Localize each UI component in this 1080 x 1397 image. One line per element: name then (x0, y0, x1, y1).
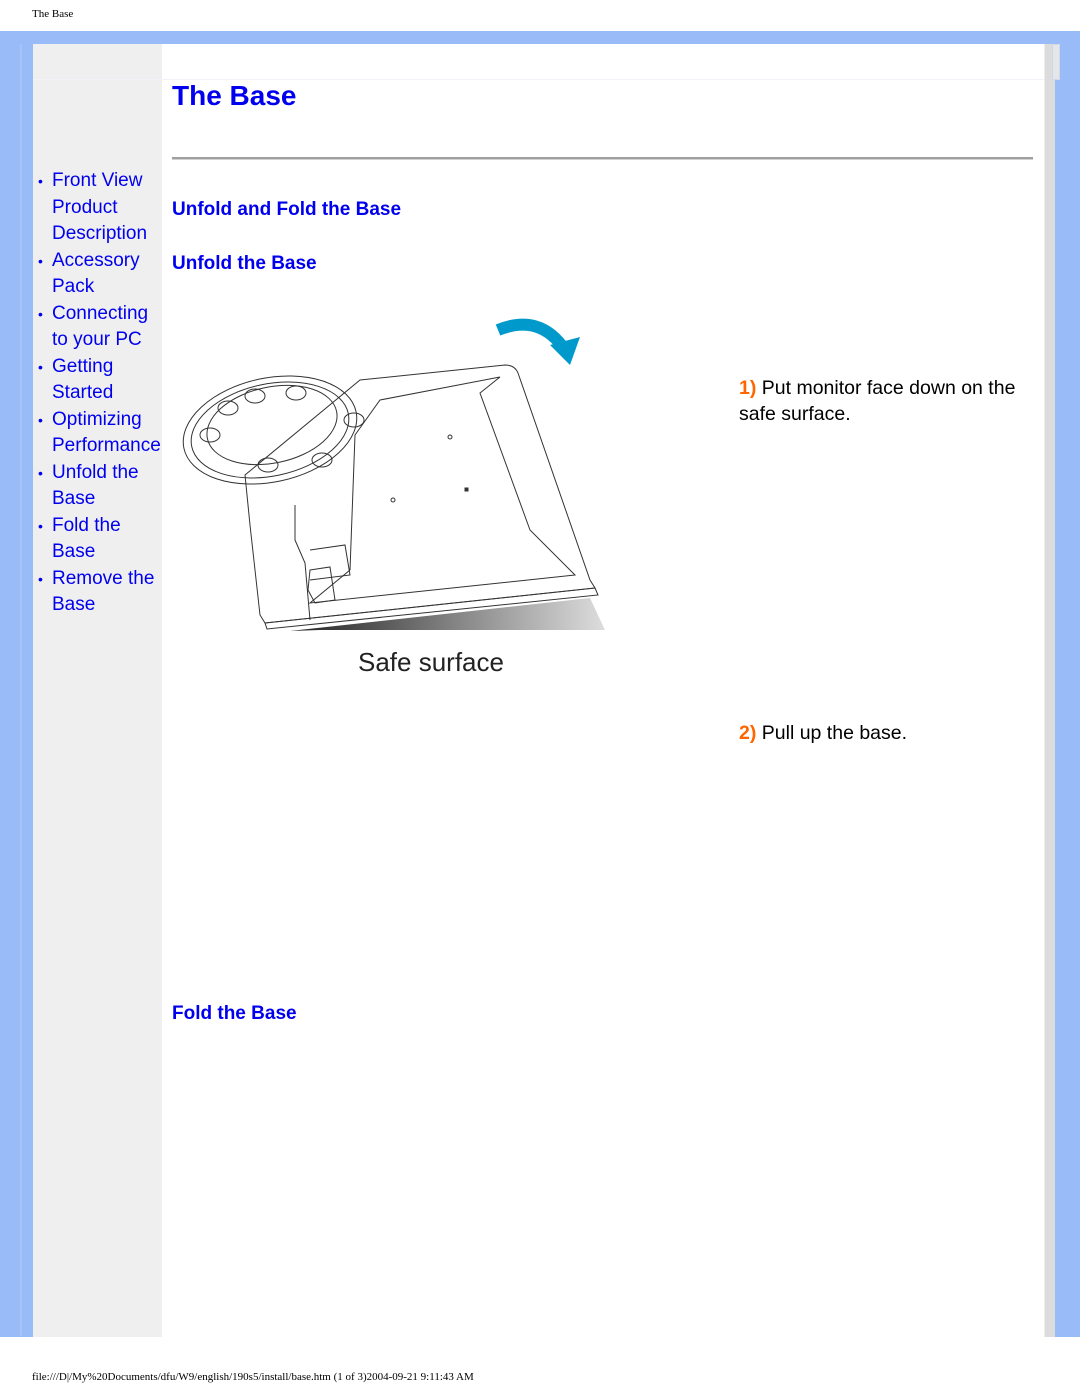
step-number: 2) (739, 722, 757, 744)
sidebar-item-connecting[interactable]: • Connecting to your PC (38, 301, 168, 354)
section-heading-unfold: Unfold the Base (172, 253, 317, 274)
sidebar-item-unfold[interactable]: • Unfold the Base (38, 460, 168, 513)
bullet-icon: • (38, 305, 43, 322)
bullet-icon: • (38, 570, 43, 587)
bullet-icon: • (38, 173, 43, 189)
illustration-caption: Safe surface (358, 647, 504, 677)
step-2: 2) Pull up the base. (739, 720, 1029, 746)
base-inner-disc (206, 384, 338, 466)
step-number: 1) (739, 377, 757, 399)
sidebar-item-accessory-pack[interactable]: • Accessory Pack (38, 248, 168, 301)
sidebar-link[interactable]: Optimizing Performance (52, 409, 161, 457)
sidebar-link[interactable]: Connecting to your PC (52, 303, 148, 351)
sidebar-item-front-view[interactable]: • Front View Product Description (38, 168, 168, 248)
sidebar-link[interactable]: Unfold the Base (52, 462, 139, 510)
step-text: Pull up the base. (761, 722, 908, 744)
bullet-icon: • (38, 464, 43, 481)
bullet-icon: • (38, 252, 43, 269)
title-rule (172, 157, 1033, 160)
sidebar-item-optimizing[interactable]: • Optimizing Performance (38, 407, 168, 460)
connector-cutout (307, 566, 336, 604)
section-heading-fold: Fold the Base (172, 1003, 297, 1024)
sidebar-link[interactable]: Remove the Base (52, 568, 154, 616)
section-heading-unfold-fold: Unfold and Fold the Base (172, 199, 402, 220)
sidebar-item-fold[interactable]: • Fold the Base (38, 513, 168, 566)
step-text: Put monitor face down on the safe surfac… (739, 377, 1016, 425)
sidebar-nav: • Front View Product Description • Accesso… (38, 168, 168, 619)
bullet-icon: • (38, 411, 43, 428)
scrollbar[interactable] (1044, 44, 1055, 1337)
page-title: The Base (172, 80, 297, 111)
safe-surface-shading (290, 598, 605, 631)
page-footer-url: file:///D|/My%20Documents/dfu/W9/english… (32, 1371, 474, 1383)
page-header-title: The Base (32, 8, 74, 20)
step-1: 1) Put monitor face down on the safe sur… (739, 375, 1029, 427)
monitor-back-outline (244, 364, 596, 624)
frame-inner-strip (20, 44, 22, 1336)
content-area (162, 44, 1044, 1337)
sidebar-item-getting-started[interactable]: • Getting Started (38, 354, 168, 407)
scrollbar-thumb[interactable] (1052, 44, 1060, 80)
sidebar-link[interactable]: Getting Started (52, 356, 113, 404)
sidebar-link[interactable]: Front View Product Description (52, 170, 147, 244)
sidebar-link[interactable]: Accessory Pack (52, 250, 140, 298)
bullet-icon: • (38, 358, 43, 375)
bullet-icon: • (38, 517, 43, 534)
monitor-inner-panel (308, 376, 577, 604)
sidebar-item-remove[interactable]: • Remove the Base (38, 566, 168, 619)
sidebar-link[interactable]: Fold the Base (52, 515, 121, 563)
monitor-base-illustration: Safe surface (182, 318, 605, 677)
